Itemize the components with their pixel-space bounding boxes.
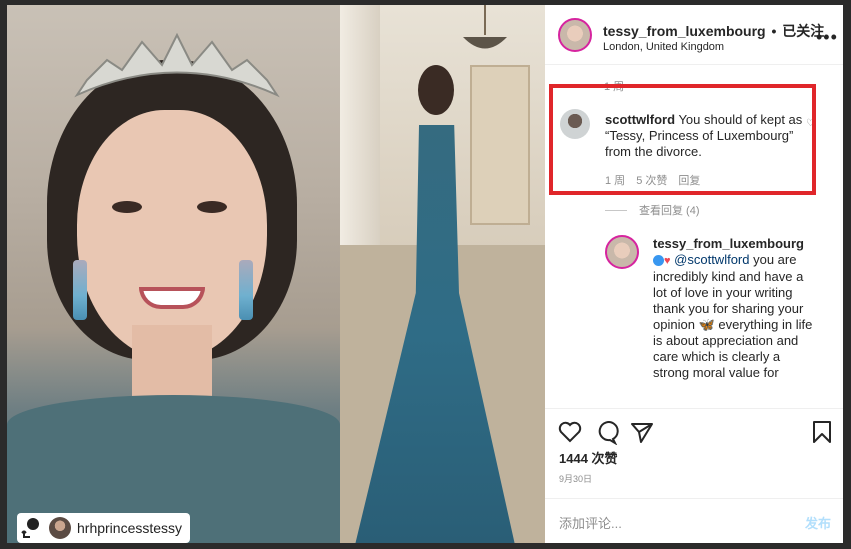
- separator-dot: •: [771, 23, 777, 39]
- butterfly-emoji-icon: 🦋: [698, 317, 715, 332]
- reply-text: tessy_from_luxembourg ♥ @scottwlford you…: [653, 236, 815, 381]
- add-comment-bar: 添加评论... 发布: [545, 498, 843, 543]
- repost-avatar: [49, 517, 71, 539]
- comment-input[interactable]: 添加评论...: [559, 513, 622, 532]
- heart-emoji-icon: ♥: [664, 255, 671, 267]
- gown-photo: [340, 5, 545, 543]
- view-replies-button[interactable]: 查看回复 (4): [605, 202, 700, 218]
- more-horizontal-icon[interactable]: •••: [816, 27, 838, 48]
- like-count[interactable]: 1444 次赞: [559, 448, 618, 467]
- post-comment-button[interactable]: 发布: [805, 513, 831, 532]
- like-heart-icon[interactable]: [557, 419, 583, 445]
- repost-handle[interactable]: hrhprincesstessy: [77, 520, 182, 536]
- highlight-annotation-box: [549, 84, 816, 195]
- reply-author-username[interactable]: tessy_from_luxembourg: [653, 236, 804, 251]
- reply-author-avatar[interactable]: [605, 235, 639, 269]
- author-username[interactable]: tessy_from_luxembourg: [603, 23, 766, 39]
- repost-tag[interactable]: hrhprincesstessy: [17, 513, 191, 543]
- verified-badge-icon: [653, 255, 664, 267]
- post-media[interactable]: hrhprincesstessy: [7, 5, 545, 543]
- mention-link[interactable]: @scottwlford: [674, 252, 749, 267]
- share-send-icon[interactable]: [629, 419, 655, 445]
- author-avatar[interactable]: [558, 18, 592, 52]
- save-bookmark-icon[interactable]: [809, 419, 835, 445]
- scrollbar[interactable]: [843, 5, 851, 543]
- screenshot-frame: hrhprincesstessy tessy_from_luxembourg •…: [0, 0, 851, 549]
- comment-bubble-icon[interactable]: [593, 419, 619, 445]
- post-location[interactable]: London, United Kingdom: [603, 41, 724, 53]
- post-header: tessy_from_luxembourg • 已关注 London, Unit…: [545, 5, 843, 65]
- repost-icon: [21, 517, 43, 539]
- view-replies-label: 查看回复 (4): [639, 205, 700, 217]
- portrait-photo: [7, 5, 340, 543]
- replies-divider: [605, 209, 627, 211]
- tiara-graphic: [74, 32, 280, 98]
- post-date[interactable]: 9月30日: [559, 472, 592, 485]
